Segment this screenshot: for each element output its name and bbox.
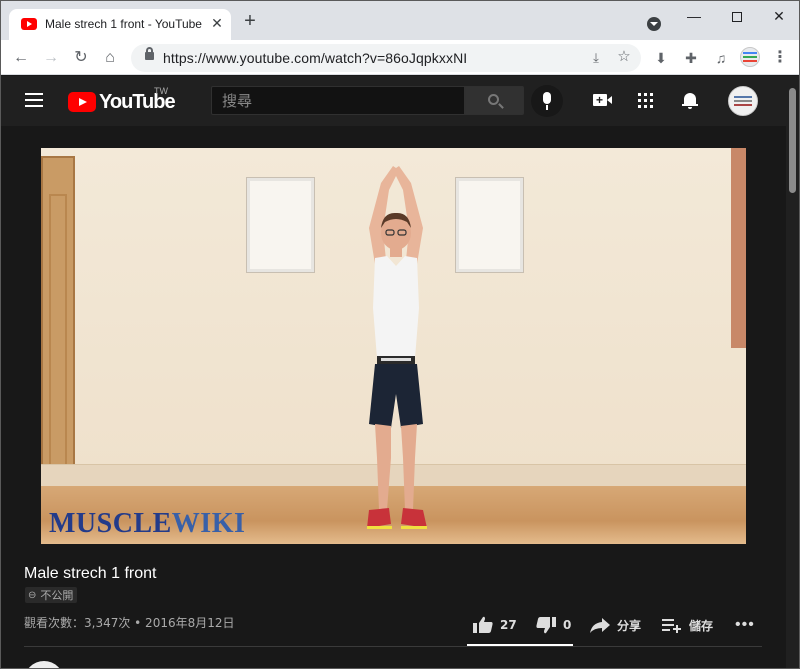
home-icon[interactable]: ⌂ [98, 46, 122, 70]
view-count-and-date: 觀看次數：3,347次 • 2016年8月12日 [24, 616, 235, 630]
minimize-button[interactable]: — [674, 4, 714, 28]
save-label: 儲存 [689, 618, 714, 633]
youtube-favicon-icon [21, 18, 37, 30]
tab-title: Male strech 1 front - YouTube [45, 17, 202, 31]
hamburger-menu-icon[interactable] [25, 93, 43, 107]
voice-search-button[interactable] [531, 85, 563, 117]
create-video-icon[interactable]: + [593, 93, 612, 107]
apps-grid-icon[interactable] [638, 93, 653, 108]
youtube-play-icon [68, 92, 96, 112]
extensions-icon[interactable]: ✚ [679, 46, 703, 70]
link-icon: ⊖ [28, 589, 37, 601]
tab-search-icon[interactable] [647, 17, 661, 31]
notifications-bell-icon[interactable] [682, 92, 698, 109]
dislike-count: 0 [563, 618, 572, 632]
video-right-edge [731, 148, 746, 348]
share-arrow-icon [590, 618, 610, 633]
address-bar[interactable]: https://www.youtube.com/watch?v=86oJqpkx… [131, 44, 641, 72]
picture-frame-right [456, 178, 523, 272]
channel-avatar[interactable] [24, 661, 64, 668]
person-figure [367, 166, 427, 529]
share-button[interactable]: 分享 [589, 615, 641, 635]
privacy-badge: ⊖ 不公開 [25, 587, 78, 603]
account-avatar[interactable] [728, 86, 758, 116]
video-player[interactable]: MUSCLEWIKI [41, 148, 746, 544]
reload-icon[interactable]: ↻ [69, 46, 93, 70]
search-input[interactable] [222, 91, 452, 111]
install-icon[interactable]: ⤓ [587, 49, 605, 67]
close-window-button[interactable]: ✕ [759, 4, 799, 28]
maximize-icon [732, 12, 742, 23]
menu-icon[interactable]: ⋮ [768, 46, 792, 70]
browser-window: Male strech 1 front - YouTube ✕ + — ✕ ← … [0, 0, 800, 669]
back-icon[interactable]: ← [9, 46, 33, 70]
media-icon[interactable]: ♫ [709, 46, 733, 70]
thumbs-up-icon [473, 616, 493, 633]
url-text[interactable]: https://www.youtube.com/watch?v=86oJqpkx… [163, 50, 467, 66]
new-tab-button[interactable]: + [239, 11, 261, 33]
search-box [211, 86, 465, 115]
scrollbar-thumb[interactable] [789, 88, 796, 193]
country-code: TW [154, 86, 168, 96]
save-to-playlist-button[interactable]: 儲存 [661, 615, 713, 635]
video-title: Male strech 1 front [24, 565, 157, 582]
forward-icon[interactable]: → [39, 46, 63, 70]
more-actions-icon[interactable]: ••• [735, 616, 755, 634]
search-icon [488, 94, 499, 105]
share-label: 分享 [617, 618, 642, 633]
like-button[interactable]: 27 [472, 615, 517, 635]
privacy-label: 不公開 [40, 589, 74, 602]
info-divider [24, 646, 762, 647]
profile-icon[interactable] [740, 47, 760, 67]
page-scrollbar[interactable] [786, 76, 799, 668]
like-count: 27 [500, 618, 517, 632]
browser-toolbar: ← → ↻ ⌂ https://www.youtube.com/watch?v=… [1, 40, 799, 75]
youtube-logo[interactable]: YouTube TW [68, 86, 178, 113]
playlist-add-icon [662, 619, 681, 633]
maximize-button[interactable] [717, 4, 757, 28]
microphone-icon [543, 92, 551, 110]
star-icon[interactable]: ☆ [615, 48, 633, 66]
dislike-button[interactable]: 0 [535, 615, 571, 635]
search-button[interactable] [465, 86, 524, 115]
download-icon[interactable]: ⬇ [649, 46, 673, 70]
video-door [41, 156, 75, 486]
browser-tab[interactable]: Male strech 1 front - YouTube ✕ [9, 9, 231, 40]
thumbs-down-icon [536, 617, 556, 634]
lock-icon[interactable] [145, 47, 154, 60]
tab-close-icon[interactable]: ✕ [208, 14, 226, 32]
picture-frame-left [247, 178, 314, 272]
tab-strip: Male strech 1 front - YouTube ✕ + — ✕ [1, 1, 799, 40]
musclewiki-watermark: MUSCLEWIKI [49, 508, 246, 539]
youtube-masthead: YouTube TW + [1, 76, 786, 126]
